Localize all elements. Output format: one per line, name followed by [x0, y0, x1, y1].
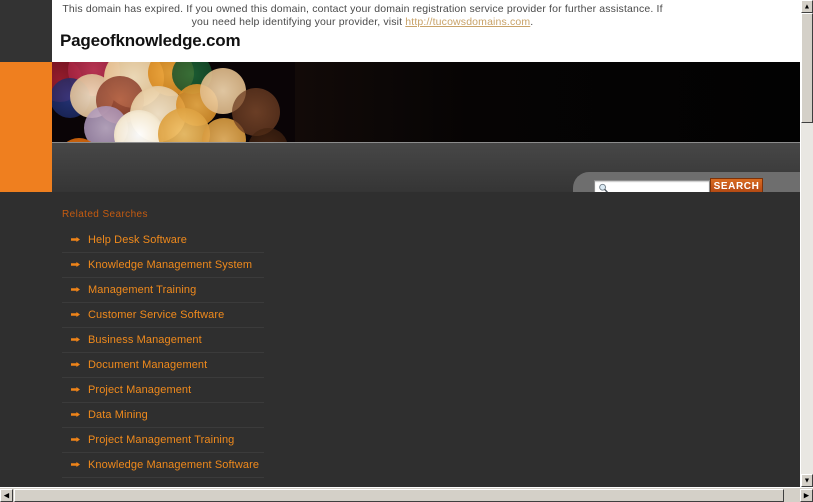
list-item[interactable]: Management Training — [62, 278, 264, 303]
list-item-label[interactable]: Data Mining — [88, 403, 264, 427]
list-item[interactable]: Business Management — [62, 328, 264, 353]
domain-expiry-notice: This domain has expired. If you owned th… — [0, 0, 800, 62]
list-item-label[interactable]: Project Management Training — [88, 428, 264, 452]
arrow-bullet-icon — [71, 412, 80, 417]
vertical-scrollbar-thumb[interactable] — [801, 13, 813, 123]
scroll-left-button[interactable]: ◀ — [0, 489, 13, 502]
chevron-left-icon: ◀ — [3, 492, 10, 499]
arrow-bullet-icon — [71, 437, 80, 442]
expiry-notice-period: . — [530, 16, 534, 28]
scroll-right-button[interactable]: ▶ — [800, 489, 813, 502]
search-button[interactable]: SEARCH — [710, 178, 763, 192]
related-searches-heading: Related Searches — [62, 209, 148, 220]
list-item-label[interactable]: Management Training — [88, 278, 264, 302]
search-icon — [599, 183, 609, 192]
list-item-label[interactable]: Knowledge Management System — [88, 253, 264, 277]
list-item[interactable]: Document Management — [62, 353, 264, 378]
arrow-bullet-icon — [71, 312, 80, 317]
list-item-label[interactable]: Business Management — [88, 328, 264, 352]
arrow-bullet-icon — [71, 362, 80, 367]
list-item-label[interactable]: Project Management — [88, 378, 264, 402]
arrow-bullet-icon — [71, 287, 80, 292]
search-panel: SEARCH — [573, 172, 800, 192]
list-item[interactable]: Help Desk Software — [62, 228, 264, 253]
chevron-right-icon: ▶ — [803, 492, 810, 499]
list-item-label[interactable]: Knowledge Management Software — [88, 453, 264, 477]
arrow-bullet-icon — [71, 262, 80, 267]
chevron-up-icon: ▲ — [803, 3, 811, 10]
list-item[interactable]: Customer Service Software — [62, 303, 264, 328]
expiry-notice-sentence: This domain has expired. If you owned th… — [62, 3, 663, 28]
header-left-dark-block — [0, 0, 52, 62]
list-item[interactable]: Knowledge Management System — [62, 253, 264, 278]
hero-orange-accent-block — [0, 62, 52, 192]
related-searches-list: Help Desk Software Knowledge Management … — [62, 228, 264, 478]
expiry-notice-text: This domain has expired. If you owned th… — [60, 3, 665, 29]
arrow-bullet-icon — [71, 237, 80, 242]
main-content: Related Searches Help Desk Software Know… — [0, 192, 800, 487]
list-item-label[interactable]: Document Management — [88, 353, 264, 377]
tucows-domains-link[interactable]: http://tucowsdomains.com — [405, 16, 530, 28]
horizontal-scrollbar[interactable]: ◀ ▶ — [0, 487, 813, 502]
list-item[interactable]: Knowledge Management Software — [62, 453, 264, 478]
arrow-bullet-icon — [71, 387, 80, 392]
arrow-bullet-icon — [71, 337, 80, 342]
search-field-wrapper[interactable] — [594, 180, 710, 192]
chevron-down-icon: ▼ — [803, 477, 811, 484]
horizontal-scrollbar-thumb[interactable] — [14, 489, 784, 502]
page-content: This domain has expired. If you owned th… — [0, 0, 800, 487]
arrow-bullet-icon — [71, 462, 80, 467]
scroll-up-button[interactable]: ▲ — [801, 0, 813, 13]
browser-viewport: This domain has expired. If you owned th… — [0, 0, 813, 502]
list-item[interactable]: Project Management Training — [62, 428, 264, 453]
list-item[interactable]: Data Mining — [62, 403, 264, 428]
list-item[interactable]: Project Management — [62, 378, 264, 403]
scroll-down-button[interactable]: ▼ — [801, 474, 813, 487]
page-title: Pageofknowledge.com — [60, 31, 241, 50]
vertical-scrollbar[interactable]: ▲ ▼ — [800, 0, 813, 487]
search-input[interactable] — [611, 181, 706, 192]
list-item-label[interactable]: Customer Service Software — [88, 303, 264, 327]
list-item-label[interactable]: Help Desk Software — [88, 228, 264, 252]
